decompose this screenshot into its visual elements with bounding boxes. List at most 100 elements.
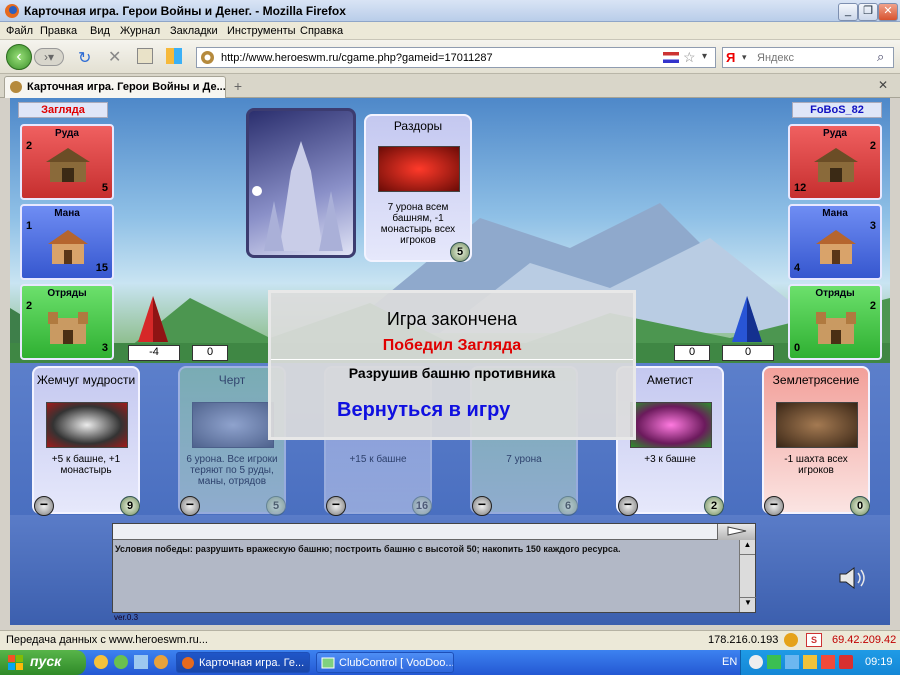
tray-icon-6[interactable] xyxy=(839,655,853,669)
search-input[interactable] xyxy=(755,50,877,66)
firefox-icon xyxy=(182,657,194,669)
played-card-cost: 5 xyxy=(450,242,470,262)
left-ore-label: Руда xyxy=(55,128,79,139)
windows-logo-icon xyxy=(8,655,23,670)
left-ore-amount: 5 xyxy=(101,182,108,194)
discard-button-5[interactable]: − xyxy=(618,496,638,516)
right-troops-income: 2 xyxy=(869,300,876,312)
right-mana-amount: 4 xyxy=(794,262,801,274)
menu-history[interactable]: Журнал xyxy=(120,25,160,37)
left-troops-card: Отряды 2 3 xyxy=(20,284,114,360)
url-dropdown-icon[interactable]: ▾ xyxy=(702,51,707,62)
menu-view[interactable]: Вид xyxy=(90,25,110,37)
log-text: Условия победы: разрушить вражескую башн… xyxy=(115,544,621,554)
discard-button-3[interactable]: − xyxy=(326,496,346,516)
tray-icon-4[interactable] xyxy=(803,655,817,669)
minimize-button[interactable]: _ xyxy=(838,3,858,21)
tray-icon-3[interactable] xyxy=(785,655,799,669)
sound-icon[interactable] xyxy=(836,566,870,590)
window-titlebar: Карточная игра. Герои Войны и Денег. - M… xyxy=(0,0,900,22)
taskbar-item-label: Карточная игра. Ге... xyxy=(199,657,305,669)
dialog-title: Игра закончена xyxy=(386,309,518,329)
menu-file[interactable]: Файл xyxy=(6,25,33,37)
yandex-icon: Я xyxy=(726,50,736,65)
right-troops-card: Отряды 2 0 xyxy=(788,284,882,360)
status-addon-icon[interactable] xyxy=(784,633,798,647)
player-left-name: Загляда xyxy=(18,102,108,118)
left-troops-income: 2 xyxy=(26,300,33,312)
maximize-button[interactable]: ❐ xyxy=(858,3,878,21)
close-button[interactable]: ✕ xyxy=(878,3,898,21)
return-to-game-link[interactable]: Вернуться в игру xyxy=(337,399,510,422)
hand-card-desc: 7 урона xyxy=(506,454,542,465)
tray-icon-5[interactable] xyxy=(821,655,835,669)
menu-edit[interactable]: Правка xyxy=(40,25,77,37)
right-mana-label: Мана xyxy=(822,208,848,219)
game-log: Условия победы: разрушить вражескую башн… xyxy=(112,523,756,613)
left-mana-label: Мана xyxy=(54,208,80,219)
tray-icon-2[interactable] xyxy=(767,655,781,669)
discard-button-6[interactable]: − xyxy=(764,496,784,516)
reload-icon[interactable]: ↻ xyxy=(78,48,91,68)
hand-card-desc: -1 шахта всех игроков xyxy=(784,454,848,476)
star-icon[interactable]: ☆ xyxy=(683,49,696,66)
right-mana-income: 3 xyxy=(869,220,876,232)
mine-icon xyxy=(814,148,858,182)
hand-card-6[interactable]: Землетрясение -1 шахта всех игроков xyxy=(762,366,870,514)
hand-card-desc: 6 урона. Все игроки теряют по 5 руды, ма… xyxy=(186,454,278,487)
bookmark-add-icon[interactable] xyxy=(137,48,153,64)
stop-icon[interactable]: ✕ xyxy=(108,47,121,67)
log-scrollbar[interactable]: ▲ ▼ xyxy=(739,540,756,612)
address-bar[interactable]: http://www.heroeswm.ru/cgame.php?gameid=… xyxy=(196,47,716,68)
menu-bookmarks[interactable]: Закладки xyxy=(170,25,218,37)
deck-card-back xyxy=(246,108,356,258)
close-tab-icon[interactable]: ✕ xyxy=(878,78,894,94)
monastery-icon xyxy=(48,230,88,264)
start-button[interactable]: пуск xyxy=(0,650,86,675)
taskbar-item-firefox[interactable]: Карточная игра. Ге... xyxy=(176,652,310,673)
quicklaunch-icon-4[interactable] xyxy=(154,655,168,669)
left-ore-card: Руда 2 5 xyxy=(20,124,114,200)
taskbar-item-label: ClubControl [ VooDoo... xyxy=(339,657,454,669)
right-ore-label: Руда xyxy=(823,128,847,139)
hand-card-cost: 9 xyxy=(120,496,140,516)
quicklaunch-icon-1[interactable] xyxy=(94,655,108,669)
hand-card-cost: 16 xyxy=(412,496,432,516)
log-arrow-button[interactable] xyxy=(717,524,755,540)
apps-icon[interactable] xyxy=(166,48,182,64)
played-card-name: Раздоры xyxy=(393,119,443,133)
tab-active[interactable]: Карточная игра. Герои Войны и Де... xyxy=(4,76,226,98)
search-engine-dropdown-icon[interactable]: ▾ xyxy=(742,52,747,63)
search-icon[interactable]: ⌕ xyxy=(877,49,884,65)
tray-icon-1[interactable] xyxy=(749,655,763,669)
menu-help[interactable]: Справка xyxy=(300,25,343,37)
status-s-icon[interactable]: S xyxy=(806,633,822,647)
language-indicator[interactable]: EN xyxy=(722,656,737,668)
mine-icon xyxy=(46,148,90,182)
played-card: Раздоры 7 урона всем башням, -1 монастыр… xyxy=(364,114,472,262)
back-button[interactable]: ‹ xyxy=(6,44,32,70)
new-tab-button[interactable]: + xyxy=(230,78,246,94)
status-ip: 178.216.0.193 xyxy=(708,634,779,646)
system-tray: 09:19 xyxy=(740,650,900,675)
taskbar-item-clubcontrol[interactable]: ClubControl [ VooDoo... xyxy=(316,652,454,673)
flag-icon xyxy=(663,52,679,63)
forward-button[interactable]: ›▾ xyxy=(34,48,64,66)
quicklaunch-icon-3[interactable] xyxy=(134,655,148,669)
right-ore-amount: 12 xyxy=(794,182,807,194)
discard-button-4[interactable]: − xyxy=(472,496,492,516)
left-troops-label: Отряды xyxy=(47,288,87,299)
discard-button-1[interactable]: − xyxy=(34,496,54,516)
player-right-name: FoBoS_82 xyxy=(792,102,882,118)
menu-tools[interactable]: Инструменты xyxy=(227,25,296,37)
hand-card-cost: 2 xyxy=(704,496,724,516)
hand-card-name: Землетрясение xyxy=(772,373,860,387)
castle-image xyxy=(252,141,343,251)
discard-button-2[interactable]: − xyxy=(180,496,200,516)
hand-card-1[interactable]: Жемчуг мудрости +5 к башне, +1 монастырь xyxy=(32,366,140,514)
left-mana-amount: 15 xyxy=(95,262,108,274)
quicklaunch-icon-2[interactable] xyxy=(114,655,128,669)
search-box[interactable]: Я ▾ ⌕ xyxy=(722,47,894,68)
version-label: ver.0.3 xyxy=(114,613,139,622)
status-text: Передача данных с www.heroeswm.ru... xyxy=(6,634,208,646)
